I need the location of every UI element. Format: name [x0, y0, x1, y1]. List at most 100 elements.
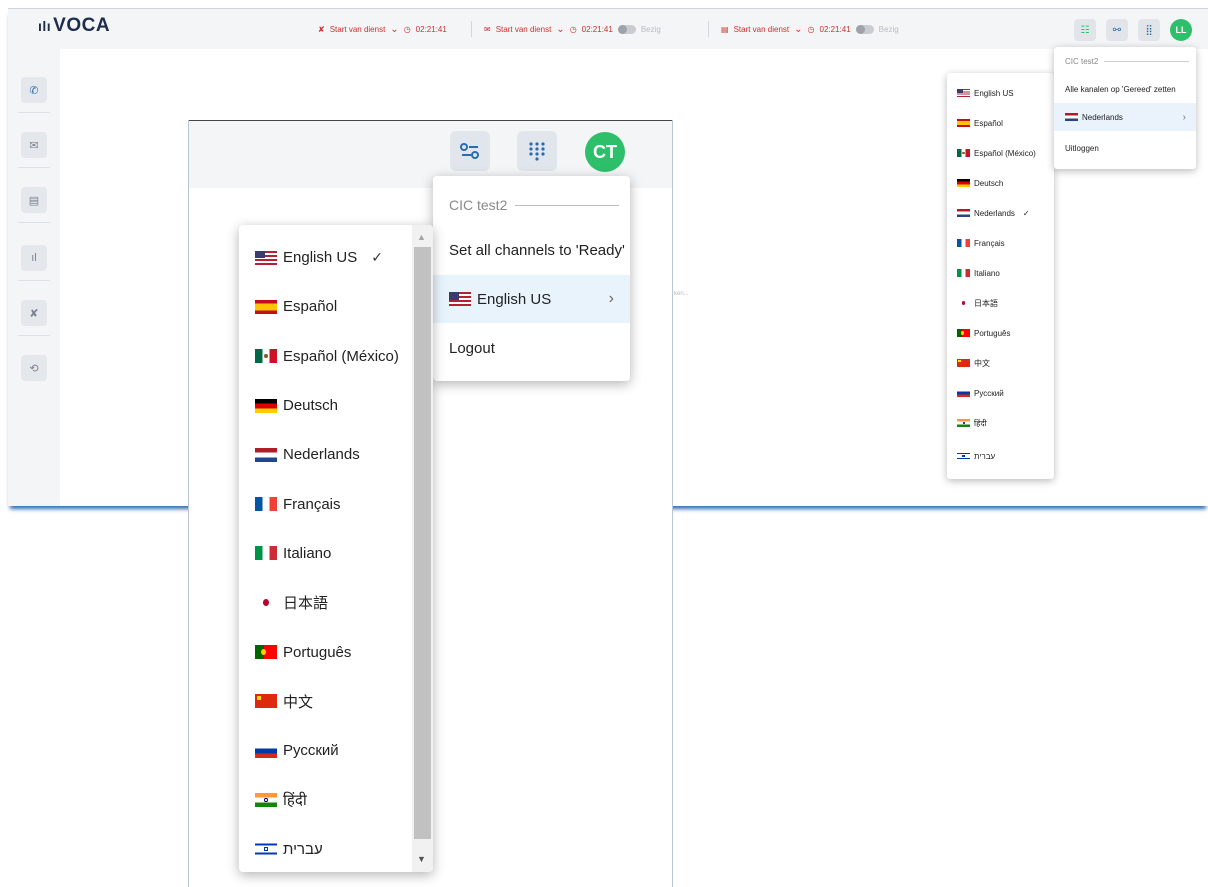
channel-chat[interactable]: ▤ Start van dienst ⌄ ◷ 02:21:41 Bezig	[721, 21, 899, 37]
email-icon: ✉	[484, 24, 491, 34]
language-label: Português	[974, 328, 1011, 338]
language-option[interactable]: Italiano	[239, 529, 411, 578]
channel-status-label: Start van dienst	[329, 24, 386, 34]
email-nav-button[interactable]: ✉	[21, 132, 47, 158]
divider	[18, 167, 50, 168]
scrollbar[interactable]: ▲ ▼	[412, 225, 433, 872]
language-label: Español (México)	[974, 148, 1036, 158]
language-option[interactable]: Italiano	[947, 258, 1054, 288]
flag-ru-icon	[957, 389, 970, 397]
flag-us-icon	[957, 89, 970, 97]
stats-nav-button[interactable]: ıl	[21, 245, 47, 271]
scroll-down-arrow-icon[interactable]: ▼	[417, 854, 426, 864]
left-sidebar: ✆ ✉ ▤ ıl ✘ ⟲	[8, 49, 60, 505]
language-option[interactable]: 中文	[947, 348, 1054, 378]
language-option[interactable]: English US	[947, 78, 1054, 108]
busy-label: Bezig	[640, 24, 661, 34]
language-menu-item[interactable]: Nederlands ›	[1054, 103, 1196, 131]
language-label: Français	[283, 495, 341, 513]
flag-cn-icon	[255, 694, 277, 709]
channel-timer: 02:21:41	[415, 24, 447, 34]
language-option[interactable]: Español	[947, 108, 1054, 138]
divider	[515, 204, 619, 206]
chevron-down-icon[interactable]: ⌄	[556, 24, 564, 35]
language-option[interactable]: 日本語	[239, 578, 411, 627]
language-label: 日本語	[283, 595, 329, 613]
logo-wave-icon: ılı	[38, 18, 52, 34]
user-avatar[interactable]: LL	[1170, 19, 1192, 41]
chevron-right-icon: ›	[608, 290, 614, 307]
language-option[interactable]: Deutsch	[239, 381, 411, 430]
sliders-button[interactable]: ☷	[1074, 19, 1096, 41]
flag-nl-icon	[255, 447, 277, 462]
check-icon: ✓	[1022, 208, 1030, 218]
language-option[interactable]: 日本語	[947, 288, 1054, 318]
language-option-selected[interactable]: Nederlands ✓	[947, 198, 1054, 228]
chat-nav-button[interactable]: ▤	[21, 187, 47, 213]
channel-email[interactable]: ✉ Start van dienst ⌄ ◷ 02:21:41 Bezig	[484, 21, 661, 37]
language-label: Deutsch	[974, 178, 1004, 188]
busy-toggle[interactable]	[617, 24, 636, 34]
divider	[18, 280, 50, 281]
settings-button[interactable]: ⚯	[1106, 19, 1128, 41]
language-option[interactable]: Español (México)	[947, 138, 1054, 168]
clock-icon: ◷	[807, 24, 815, 34]
check-icon: ✓	[371, 249, 383, 266]
scrollbar-thumb[interactable]	[414, 247, 431, 839]
flag-it-icon	[957, 269, 970, 277]
flag-es-icon	[255, 299, 277, 314]
dialpad-button[interactable]: ⣿	[1138, 19, 1160, 41]
topbar-actions: ☷ ⚯ ⣿ LL	[1074, 19, 1192, 41]
settings-button[interactable]	[450, 131, 490, 171]
callback-nav-button[interactable]: ✘	[21, 300, 47, 326]
language-menu-item[interactable]: English US ›	[433, 275, 630, 323]
language-label: 中文	[283, 693, 314, 711]
busy-toggle[interactable]	[855, 24, 874, 34]
divider	[471, 21, 472, 37]
language-option[interactable]: Deutsch	[947, 168, 1054, 198]
flag-pt-icon	[255, 645, 277, 660]
phone-nav-button[interactable]: ✆	[21, 77, 47, 103]
language-option[interactable]: עברית	[947, 441, 1054, 471]
language-label: Español	[974, 118, 1003, 128]
language-option[interactable]: Русский	[239, 726, 411, 775]
set-ready-item[interactable]: Set all channels to 'Ready'	[433, 226, 630, 274]
logout-item[interactable]: Uitloggen	[1054, 134, 1196, 162]
channel-phone[interactable]: ✘ Start van dienst ⌄ ◷ 02:21:41	[318, 21, 447, 37]
language-option[interactable]: Español (México)	[239, 332, 411, 381]
channel-timer: 02:21:41	[581, 24, 613, 34]
flag-il-icon	[255, 842, 277, 857]
scroll-up-arrow-icon[interactable]: ▲	[417, 232, 426, 242]
divider	[18, 112, 50, 113]
language-option[interactable]: Español	[239, 282, 411, 331]
language-label: עברית	[974, 451, 996, 461]
chevron-down-icon[interactable]: ⌄	[390, 24, 398, 35]
flag-in-icon	[255, 792, 277, 807]
flag-us-icon	[255, 250, 277, 265]
language-option-selected[interactable]: English US ✓	[239, 233, 411, 282]
language-option[interactable]: Français	[947, 228, 1054, 258]
language-option[interactable]: Nederlands	[239, 430, 411, 479]
language-option[interactable]: Русский	[947, 378, 1054, 408]
language-label: Русский	[283, 742, 339, 760]
language-option[interactable]: Français	[239, 479, 411, 528]
language-label: Italiano	[283, 544, 332, 562]
user-avatar[interactable]: CT	[585, 132, 625, 172]
language-option[interactable]: Português	[239, 627, 411, 676]
language-option[interactable]: हिंदी	[947, 408, 1054, 438]
divider	[708, 21, 709, 37]
chevron-down-icon[interactable]: ⌄	[794, 24, 802, 35]
language-label: English US	[283, 249, 358, 267]
history-nav-button[interactable]: ⟲	[21, 355, 47, 381]
clock-icon: ◷	[569, 24, 577, 34]
set-ready-item[interactable]: Alle kanalen op 'Gereed' zetten	[1054, 75, 1196, 103]
language-option[interactable]: Português	[947, 318, 1054, 348]
language-option[interactable]: 中文	[239, 677, 411, 726]
language-option[interactable]: हिंदी	[239, 775, 411, 824]
dialpad-button[interactable]	[517, 131, 557, 171]
logout-item[interactable]: Logout	[433, 324, 630, 372]
account-name: CIC test2	[449, 197, 508, 213]
divider	[18, 335, 50, 336]
language-label: हिंदी	[974, 418, 987, 428]
language-option[interactable]: עברית	[239, 825, 411, 872]
